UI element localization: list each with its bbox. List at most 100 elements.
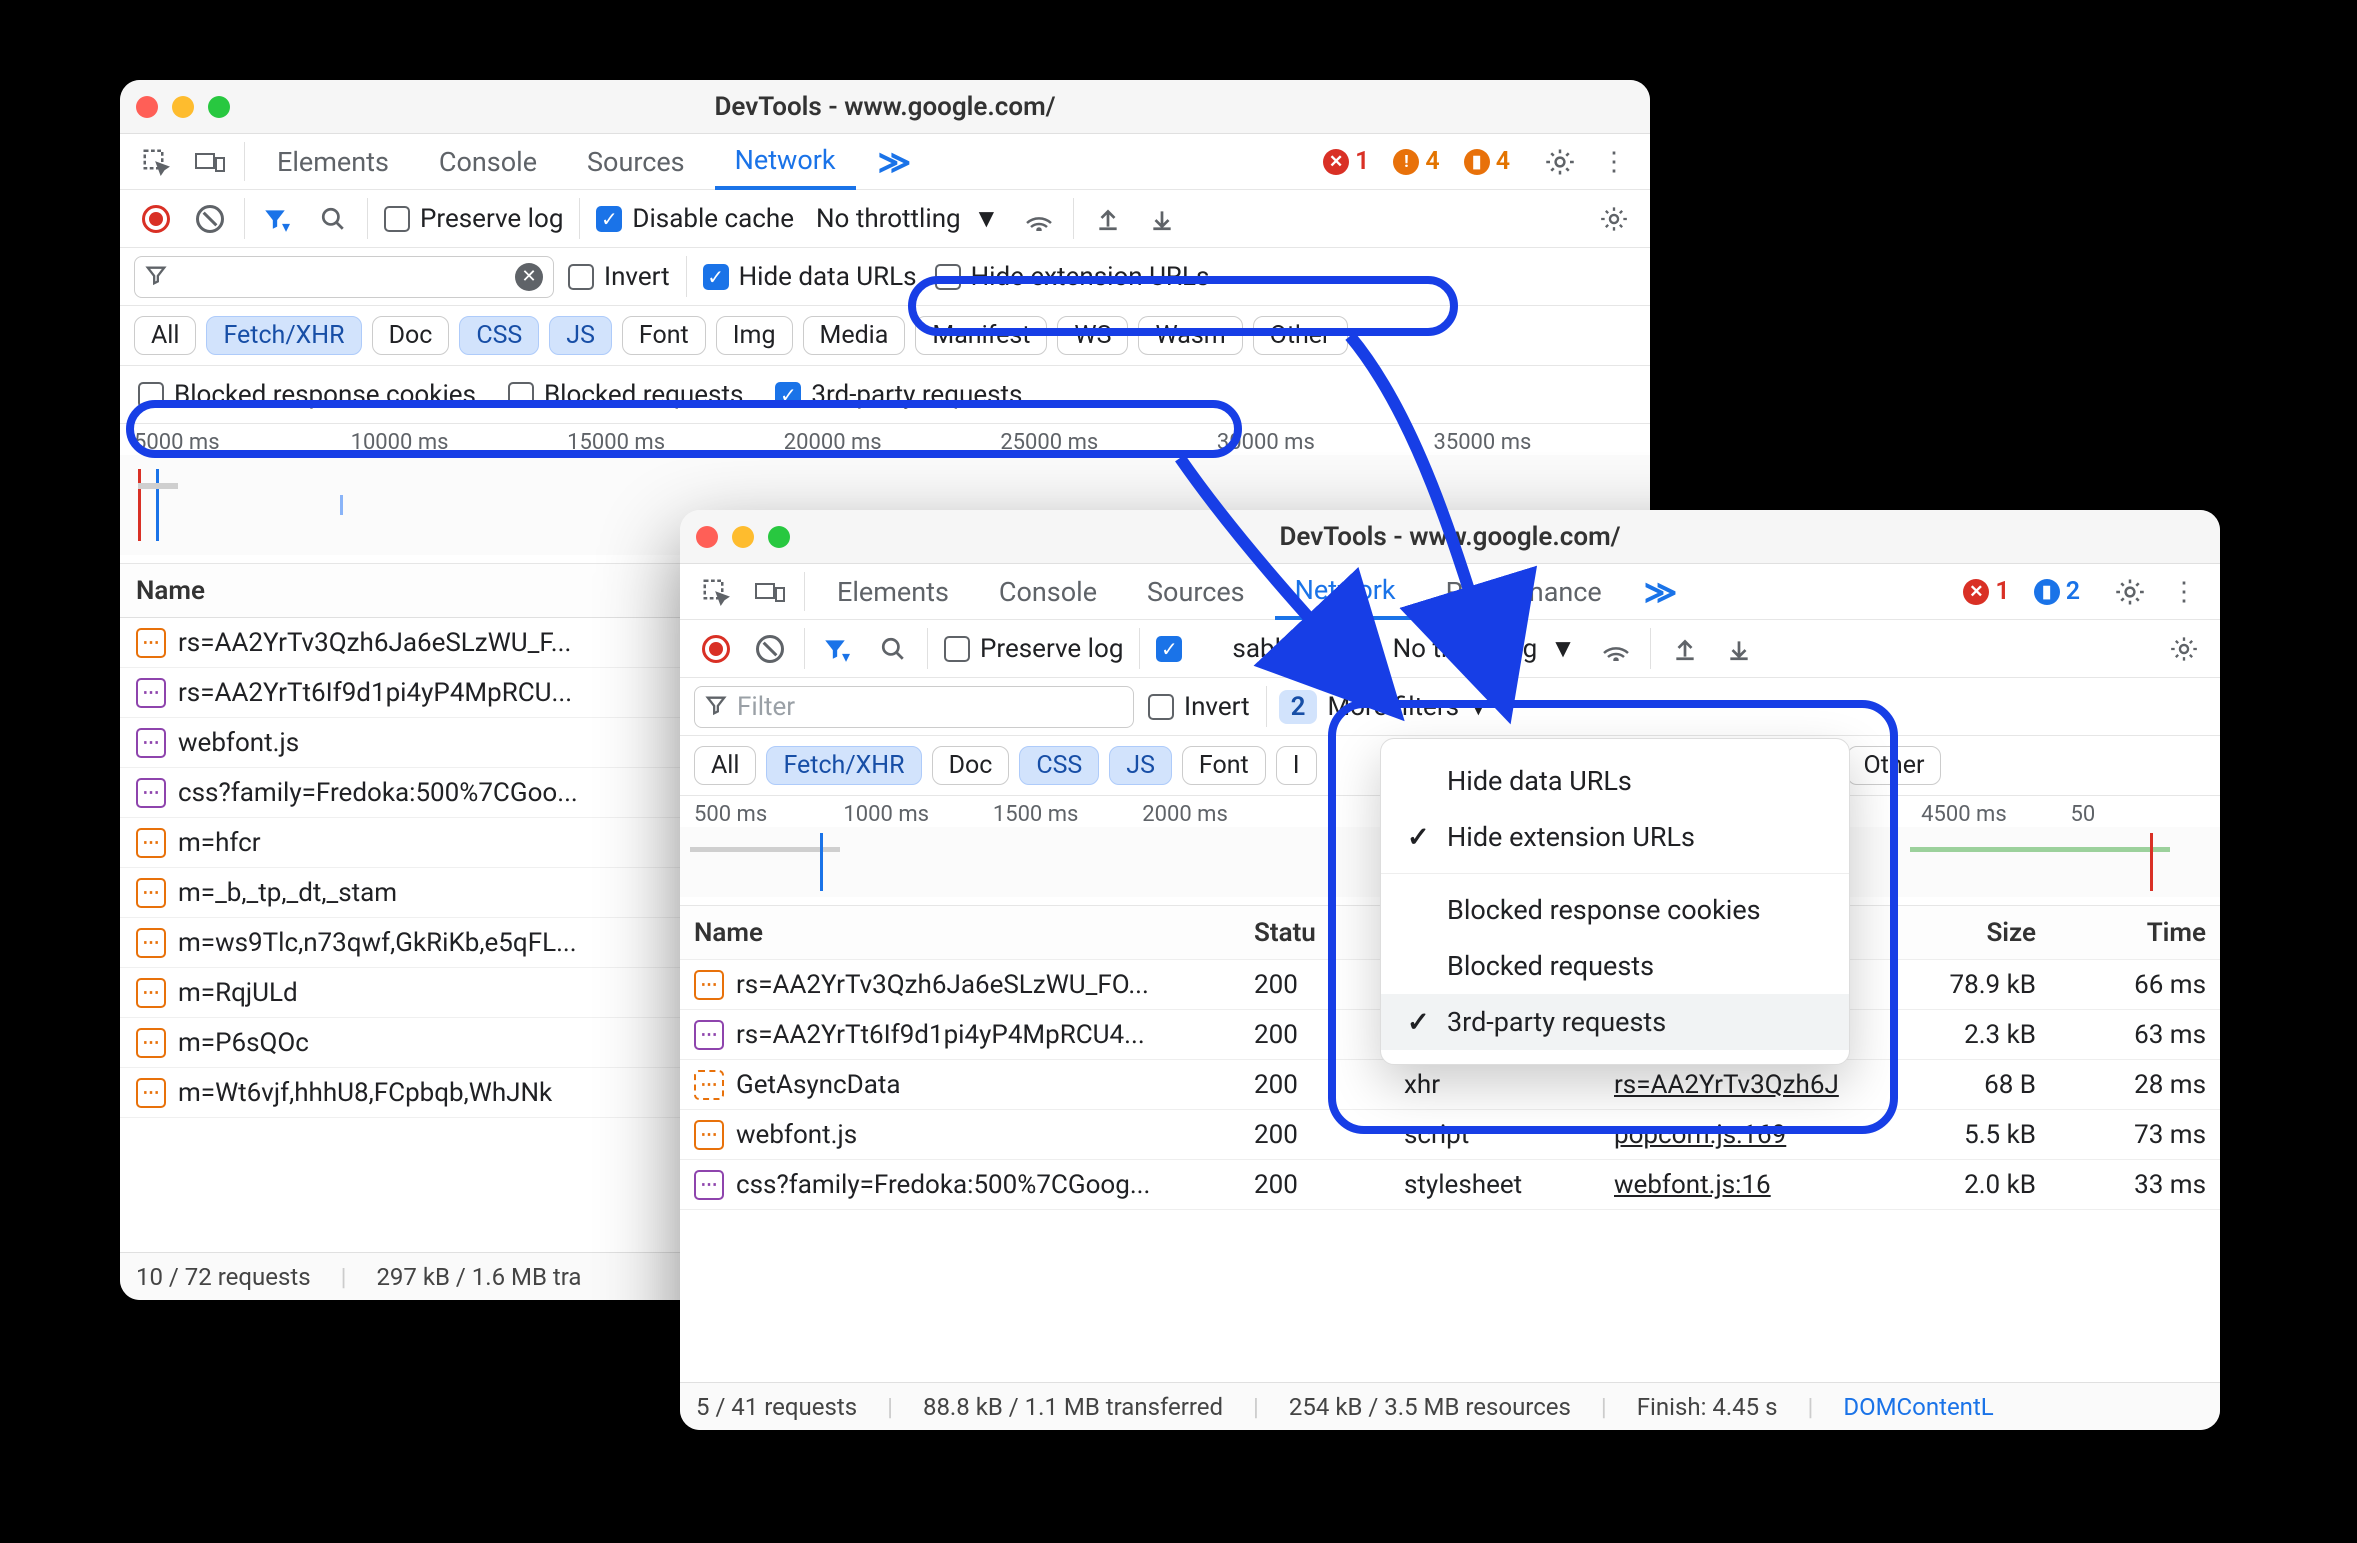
css-file-icon: ⋯ — [694, 1020, 724, 1050]
tab-performance[interactable]: Performance — [1426, 566, 1622, 618]
type-pill-all[interactable]: All — [134, 316, 196, 355]
hide-data-urls-checkbox[interactable]: ✓Hide data URLs — [699, 260, 921, 294]
disable-cache-checkbox[interactable]: ✓sable cache — [1152, 632, 1374, 666]
blocked-cookies-checkbox[interactable]: Blocked response cookies — [134, 378, 480, 412]
dropdown-item[interactable]: Blocked response cookies — [1381, 882, 1849, 938]
type-pill-other[interactable]: Other — [1847, 746, 1942, 785]
size-cell: 2.0 kB — [1870, 1170, 2050, 1200]
record-button[interactable] — [134, 197, 178, 241]
type-pill-doc[interactable]: Doc — [372, 316, 450, 355]
dropdown-item[interactable]: Blocked requests — [1381, 938, 1849, 994]
type-pill-i[interactable]: I — [1276, 746, 1317, 785]
device-icon[interactable] — [748, 570, 792, 614]
dropdown-item[interactable]: ✓Hide extension URLs — [1381, 809, 1849, 865]
table-row[interactable]: ⋯webfont.js200scriptpopcorn.js:1695.5 kB… — [680, 1110, 2220, 1160]
tab-sources[interactable]: Sources — [1127, 566, 1265, 618]
type-pill-css[interactable]: CSS — [459, 316, 539, 355]
more-filters-dropdown[interactable]: Hide data URLs✓Hide extension URLs Blocke… — [1380, 738, 1850, 1065]
throttling-select[interactable]: No throttling ▼ — [808, 203, 1007, 234]
error-count[interactable]: ✕1 — [1323, 147, 1369, 176]
third-party-checkbox[interactable]: ✓3rd-party requests — [771, 378, 1026, 412]
disable-cache-checkbox[interactable]: ✓Disable cache — [592, 202, 798, 236]
gear-icon[interactable] — [2162, 627, 2206, 671]
table-row[interactable]: ⋯GetAsyncData200xhrrs=AA2YrTv3Qzh6J68 B2… — [680, 1060, 2220, 1110]
invert-checkbox[interactable]: Invert — [564, 260, 674, 294]
tab-sources[interactable]: Sources — [567, 136, 705, 188]
tab-elements[interactable]: Elements — [817, 566, 969, 618]
type-pill-img[interactable]: Img — [716, 316, 793, 355]
network-conditions-icon[interactable] — [1017, 197, 1061, 241]
download-har-icon[interactable] — [1140, 197, 1184, 241]
filter-toggle-icon[interactable]: ▾ — [257, 197, 301, 241]
inspect-icon[interactable] — [134, 140, 178, 184]
dropdown-item[interactable]: Hide data URLs — [1381, 753, 1849, 809]
filter-toggle-icon[interactable]: ▾ — [817, 627, 861, 671]
tab-network[interactable]: Network — [715, 134, 856, 190]
gear-icon[interactable] — [2108, 570, 2152, 614]
upload-har-icon[interactable] — [1663, 627, 1707, 671]
size-cell: 5.5 kB — [1870, 1120, 2050, 1150]
type-pill-ws[interactable]: WS — [1057, 316, 1128, 355]
issue-count[interactable]: ▮4 — [1464, 147, 1510, 176]
type-pill-js[interactable]: JS — [549, 316, 612, 355]
inspect-icon[interactable] — [694, 570, 738, 614]
device-icon[interactable] — [188, 140, 232, 184]
filter-input[interactable]: ✕ — [134, 256, 554, 298]
tab-network[interactable]: Network — [1275, 564, 1416, 620]
preserve-log-checkbox[interactable]: Preserve log — [940, 632, 1127, 666]
gear-icon[interactable] — [1592, 197, 1636, 241]
dropdown-item[interactable]: ✓3rd-party requests — [1381, 994, 1849, 1050]
invert-checkbox[interactable]: Invert — [1144, 690, 1254, 724]
tab-elements[interactable]: Elements — [257, 136, 409, 188]
initiator-cell[interactable]: webfont.js:16 — [1600, 1170, 1870, 1200]
col-time[interactable]: Time — [2050, 918, 2220, 948]
upload-har-icon[interactable] — [1086, 197, 1130, 241]
search-icon[interactable] — [871, 627, 915, 671]
kebab-icon[interactable]: ⋮ — [1592, 140, 1636, 184]
warning-count[interactable]: !4 — [1393, 147, 1439, 176]
info-count[interactable]: ▮2 — [2034, 577, 2080, 606]
tabs-overflow[interactable]: ≫ — [866, 143, 924, 181]
download-har-icon[interactable] — [1717, 627, 1761, 671]
record-button[interactable] — [694, 627, 738, 671]
col-name[interactable]: Name — [680, 918, 1240, 948]
col-status[interactable]: Statu — [1240, 918, 1390, 948]
throttling-select[interactable]: No throttling ▼ — [1385, 633, 1584, 664]
type-pill-media[interactable]: Media — [803, 316, 906, 355]
more-filters-button[interactable]: 2 More filters ▼ — [1279, 690, 1492, 724]
type-pill-doc[interactable]: Doc — [932, 746, 1010, 785]
status-requests: 10 / 72 requests — [136, 1263, 311, 1291]
js-file-icon: ⋯ — [694, 1120, 724, 1150]
tab-console[interactable]: Console — [419, 136, 557, 188]
blocked-requests-checkbox[interactable]: Blocked requests — [504, 378, 747, 412]
type-pill-font[interactable]: Font — [622, 316, 706, 355]
hide-extension-urls-checkbox[interactable]: Hide extension URLs — [931, 260, 1214, 294]
tab-console[interactable]: Console — [979, 566, 1117, 618]
type-pill-css[interactable]: CSS — [1019, 746, 1099, 785]
request-name: GetAsyncData — [736, 1070, 901, 1100]
network-conditions-icon[interactable] — [1594, 627, 1638, 671]
col-size[interactable]: Size — [1870, 918, 2050, 948]
tabs-overflow[interactable]: ≫ — [1632, 573, 1690, 611]
filter-input[interactable]: Filter — [694, 686, 1134, 728]
type-pill-js[interactable]: JS — [1109, 746, 1172, 785]
type-pill-wasm[interactable]: Wasm — [1138, 316, 1242, 355]
type-pill-all[interactable]: All — [694, 746, 756, 785]
initiator-cell[interactable]: rs=AA2YrTv3Qzh6J — [1600, 1070, 1870, 1100]
type-pill-manifest[interactable]: Manifest — [915, 316, 1047, 355]
clear-icon[interactable]: ✕ — [515, 263, 543, 291]
request-name: m=RqjULd — [178, 978, 298, 1008]
clear-button[interactable] — [748, 627, 792, 671]
gear-icon[interactable] — [1538, 140, 1582, 184]
error-count[interactable]: ✕1 — [1963, 577, 2009, 606]
kebab-icon[interactable]: ⋮ — [2162, 570, 2206, 614]
type-pill-other[interactable]: Other — [1253, 316, 1348, 355]
clear-button[interactable] — [188, 197, 232, 241]
type-pill-fetchxhr[interactable]: Fetch/XHR — [766, 746, 921, 785]
initiator-cell[interactable]: popcorn.js:169 — [1600, 1120, 1870, 1150]
type-pill-fetchxhr[interactable]: Fetch/XHR — [206, 316, 361, 355]
type-pill-font[interactable]: Font — [1182, 746, 1266, 785]
table-row[interactable]: ⋯css?family=Fredoka:500%7CGoog...200styl… — [680, 1160, 2220, 1210]
preserve-log-checkbox[interactable]: Preserve log — [380, 202, 567, 236]
search-icon[interactable] — [311, 197, 355, 241]
